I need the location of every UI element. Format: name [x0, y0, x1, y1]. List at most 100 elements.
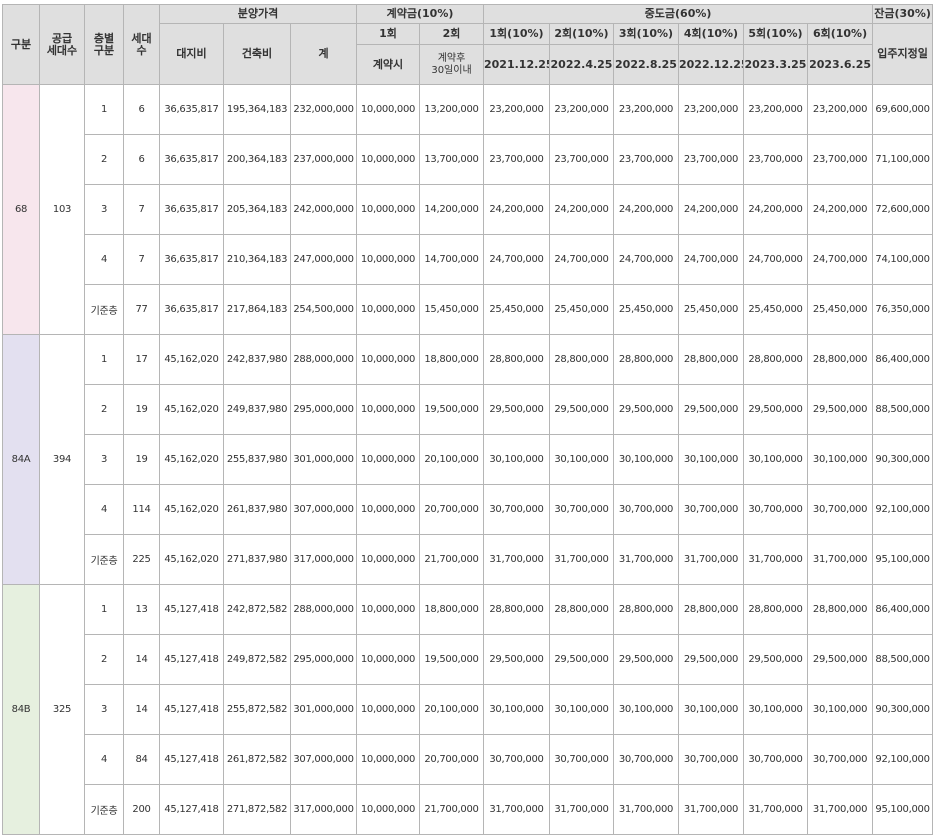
balance-cell: 86,400,000 — [872, 334, 934, 385]
floor-cell: 4 — [84, 734, 124, 785]
table-row: 2 6 36,635,817 200,364,183 237,000,000 10,000… — [3, 134, 934, 185]
deposit-2-cell: 20,100,000 — [419, 434, 484, 485]
mid-payment-cell: 31,700,000 — [806, 534, 874, 585]
households-cell: 7 — [123, 184, 160, 235]
land-price-cell: 36,635,817 — [159, 184, 224, 235]
mid-payment-cell: 29,500,000 — [549, 634, 614, 685]
mid-payment-cell: 28,800,000 — [743, 334, 808, 385]
building-price-cell: 217,864,183 — [223, 284, 291, 335]
households-cell: 19 — [123, 384, 160, 435]
floor-cell: 4 — [84, 234, 124, 285]
total-price-cell: 317,000,000 — [290, 534, 357, 585]
deposit-2-cell: 19,500,000 — [419, 634, 484, 685]
households-cell: 14 — [123, 684, 160, 735]
land-price-cell: 45,127,418 — [159, 684, 224, 735]
building-price-cell: 249,872,582 — [223, 634, 291, 685]
building-price-cell: 205,364,183 — [223, 184, 291, 235]
deposit-2-cell: 21,700,000 — [419, 784, 484, 835]
mid-payment-cell: 24,700,000 — [806, 234, 874, 285]
mid-payment-cell: 28,800,000 — [613, 334, 679, 385]
land-price-cell: 45,162,020 — [159, 384, 224, 435]
mid-payment-cell: 29,500,000 — [678, 634, 744, 685]
deposit-1-cell: 10,000,000 — [356, 134, 420, 185]
total-price-cell: 237,000,000 — [290, 134, 357, 185]
households-cell: 17 — [123, 334, 160, 385]
mid-payment-cell: 25,450,000 — [549, 284, 614, 335]
header-mid-round: 2회(10%) — [549, 23, 614, 45]
table-row: 4 114 45,162,020 261,837,980 307,000,000 10,0… — [3, 484, 934, 535]
header-deposit-group: 계약금(10%) — [356, 4, 484, 24]
header-balance-group: 잔금(30%) — [872, 4, 934, 24]
header-mid-date: 2022.4.25 — [549, 44, 614, 85]
mid-payment-cell: 25,450,000 — [806, 284, 874, 335]
balance-cell: 88,500,000 — [872, 634, 934, 685]
land-price-cell: 45,127,418 — [159, 734, 224, 785]
building-price-cell: 271,837,980 — [223, 534, 291, 585]
building-price-cell: 261,872,582 — [223, 734, 291, 785]
header-mid-round: 3회(10%) — [613, 23, 679, 45]
mid-payment-cell: 23,700,000 — [806, 134, 874, 185]
table-row: 4 84 45,127,418 261,872,582 307,000,000 10,00… — [3, 734, 934, 785]
mid-payment-cell: 28,800,000 — [743, 584, 808, 635]
households-cell: 200 — [123, 784, 160, 835]
deposit-2-cell: 18,800,000 — [419, 334, 484, 385]
total-price-cell: 247,000,000 — [290, 234, 357, 285]
header-total: 계 — [290, 23, 357, 85]
floor-cell: 1 — [84, 334, 124, 385]
households-cell: 14 — [123, 634, 160, 685]
mid-payment-cell: 31,700,000 — [743, 534, 808, 585]
mid-payment-cell: 31,700,000 — [483, 534, 550, 585]
mid-payment-cell: 23,700,000 — [678, 134, 744, 185]
header-dep2-when: 계약후 30일이내 — [419, 44, 484, 85]
supply-count-cell: 103 — [39, 84, 85, 335]
land-price-cell: 45,162,020 — [159, 484, 224, 535]
price-table: 구분 공급 세대수 층별 구분 세대 수 분양가격 계약금(10%) 중도금(6… — [2, 4, 934, 835]
mid-payment-cell: 30,100,000 — [483, 434, 550, 485]
mid-payment-cell: 30,100,000 — [806, 434, 874, 485]
mid-payment-cell: 29,500,000 — [806, 634, 874, 685]
header-floor: 층별 구분 — [84, 4, 124, 85]
deposit-1-cell: 10,000,000 — [356, 484, 420, 535]
floor-cell: 3 — [84, 184, 124, 235]
mid-payment-cell: 24,700,000 — [483, 234, 550, 285]
table-body: 68 103 1 6 36,635,817 195,364,183 232,000,000 1… — [2, 84, 934, 835]
building-price-cell: 210,364,183 — [223, 234, 291, 285]
table-row: 2 19 45,162,020 249,837,980 295,000,000 10,00… — [3, 384, 934, 435]
mid-payment-cell: 30,100,000 — [613, 434, 679, 485]
deposit-2-cell: 19,500,000 — [419, 384, 484, 435]
building-price-cell: 249,837,980 — [223, 384, 291, 435]
mid-payment-cell: 23,200,000 — [743, 84, 808, 135]
mid-payment-cell: 28,800,000 — [678, 584, 744, 635]
total-price-cell: 301,000,000 — [290, 684, 357, 735]
balance-cell: 92,100,000 — [872, 484, 934, 535]
mid-payment-cell: 28,800,000 — [613, 584, 679, 635]
floor-cell: 2 — [84, 384, 124, 435]
mid-payment-cell: 30,100,000 — [743, 684, 808, 735]
header-mid-date: 2023.3.25 — [743, 44, 808, 85]
balance-cell: 95,100,000 — [872, 534, 934, 585]
unit-type-cell: 68 — [2, 84, 40, 335]
mid-payment-cell: 28,800,000 — [549, 334, 614, 385]
deposit-2-cell: 14,200,000 — [419, 184, 484, 235]
mid-payment-cell: 31,700,000 — [483, 784, 550, 835]
total-price-cell: 307,000,000 — [290, 484, 357, 535]
mid-payment-cell: 24,700,000 — [678, 234, 744, 285]
floor-cell: 기준층 — [84, 534, 124, 585]
mid-payment-cell: 29,500,000 — [678, 384, 744, 435]
balance-cell: 90,300,000 — [872, 434, 934, 485]
mid-payment-cell: 23,200,000 — [678, 84, 744, 135]
mid-payment-cell: 24,200,000 — [743, 184, 808, 235]
mid-payment-cell: 24,200,000 — [806, 184, 874, 235]
header-building: 건축비 — [223, 23, 291, 85]
table-row: 84B 325 1 13 45,127,418 242,872,582 288,000,00… — [2, 584, 934, 835]
total-price-cell: 301,000,000 — [290, 434, 357, 485]
land-price-cell: 45,127,418 — [159, 784, 224, 835]
mid-payment-cell: 28,800,000 — [806, 334, 874, 385]
mid-payment-cell: 23,700,000 — [549, 134, 614, 185]
land-price-cell: 36,635,817 — [159, 234, 224, 285]
building-price-cell: 242,837,980 — [223, 334, 291, 385]
deposit-2-cell: 13,200,000 — [419, 84, 484, 135]
building-price-cell: 242,872,582 — [223, 584, 291, 635]
balance-cell: 76,350,000 — [872, 284, 934, 335]
total-price-cell: 295,000,000 — [290, 634, 357, 685]
